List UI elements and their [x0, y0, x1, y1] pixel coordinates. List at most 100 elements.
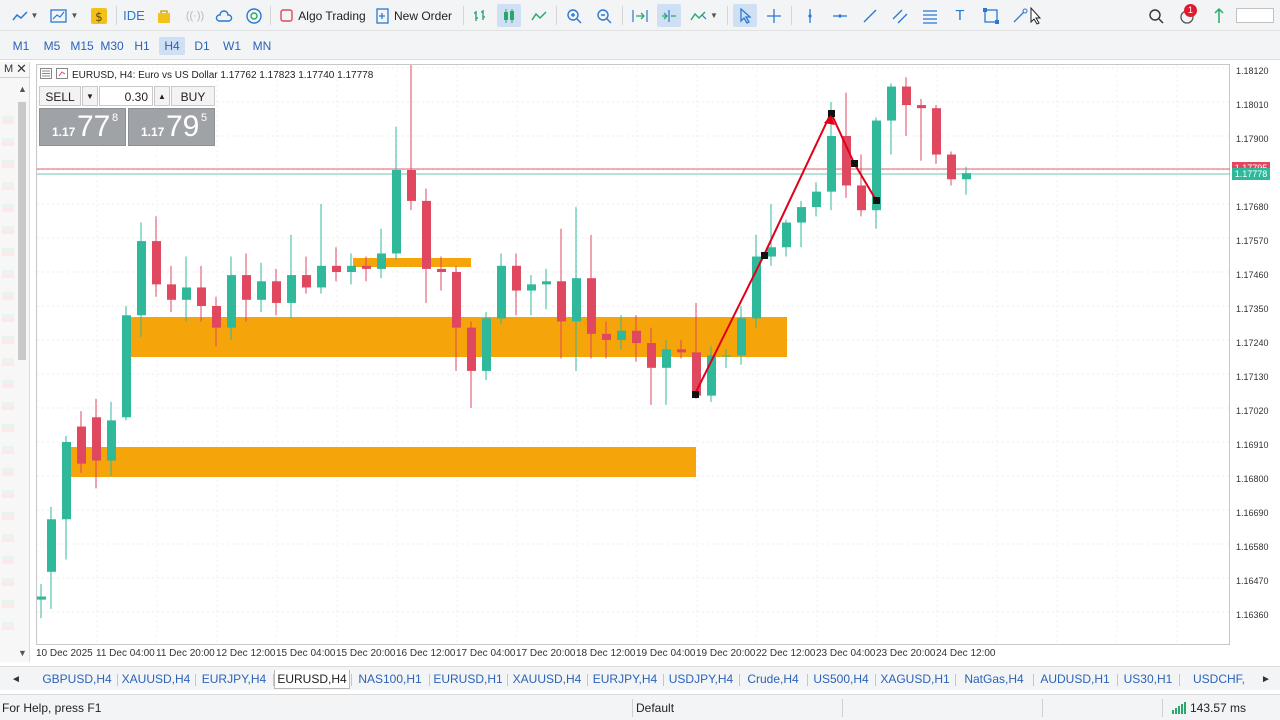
time-label: 15 Dec 20:00: [336, 648, 396, 659]
bullish-candle: [107, 420, 116, 461]
algo-trading-button[interactable]: Algo Trading: [278, 4, 368, 27]
time-label: 23 Dec 04:00: [816, 648, 876, 659]
help-text: For Help, press F1: [2, 701, 102, 715]
chart-tab[interactable]: USDCHF,: [1180, 670, 1258, 689]
trendline-button[interactable]: [859, 4, 881, 27]
bullish-candle: [797, 207, 806, 223]
tabs-scroll-right[interactable]: ►: [1256, 670, 1276, 689]
sell-button[interactable]: SELL: [39, 86, 81, 106]
chart-tab[interactable]: AUDUSD,H1: [1034, 670, 1116, 689]
chart-area[interactable]: [36, 64, 1231, 646]
chart-tab[interactable]: XAGUSD,H1: [876, 670, 954, 689]
account-box[interactable]: [1235, 4, 1275, 27]
bag-icon: [156, 8, 172, 24]
cloud-button[interactable]: [213, 4, 235, 27]
buy-button[interactable]: BUY: [171, 86, 215, 106]
vertical-line-button[interactable]: [799, 4, 821, 27]
bearish-candle: [212, 306, 221, 328]
navigator-scrollbar-thumb[interactable]: [18, 102, 26, 360]
timeframe-h4[interactable]: H4: [159, 37, 185, 55]
sell-price-prefix: 1.17: [52, 125, 76, 139]
volume-increase-button[interactable]: ▲: [154, 86, 170, 106]
sell-price[interactable]: 1.17 77 8: [39, 108, 126, 146]
timeframe-m15[interactable]: M15: [68, 37, 96, 55]
bullish-candle: [767, 247, 776, 257]
crosshair-icon: [766, 8, 782, 24]
zoom-out-button[interactable]: [592, 4, 616, 27]
chart-tab[interactable]: XAUUSD,H4: [508, 670, 586, 689]
chart-tab[interactable]: EURUSD,H4: [274, 670, 350, 689]
timeframe-m1[interactable]: M1: [8, 37, 34, 55]
navigator-strip: M ✕ ▲ ▼: [0, 61, 30, 662]
horizontal-line-button[interactable]: [829, 4, 851, 27]
fibonacci-button[interactable]: [919, 4, 941, 27]
chart-tab[interactable]: NatGas,H4: [956, 670, 1032, 689]
timeframe-w1[interactable]: W1: [219, 37, 245, 55]
timeframe-m5[interactable]: M5: [39, 37, 65, 55]
time-label: 24 Dec 12:00: [936, 648, 996, 659]
scroll-up-arrow[interactable]: ▲: [18, 84, 27, 94]
timeframe-h1[interactable]: H1: [129, 37, 155, 55]
timeframe-m30[interactable]: M30: [98, 37, 126, 55]
text-button[interactable]: T: [949, 4, 971, 27]
templates-dropdown[interactable]: ▼: [46, 4, 82, 27]
new-order-button[interactable]: New Order: [374, 4, 454, 27]
volume-decrease-button[interactable]: ▼: [82, 86, 98, 106]
timeframe-mn[interactable]: MN: [249, 37, 275, 55]
chart-tab[interactable]: EURJPY,H4: [588, 670, 662, 689]
timeframe-d1[interactable]: D1: [189, 37, 215, 55]
tabs-scroll-left[interactable]: ◄: [4, 670, 28, 689]
chart-tab[interactable]: EURUSD,H1: [430, 670, 506, 689]
ide-button[interactable]: IDE: [121, 4, 147, 27]
vps-button[interactable]: [243, 4, 265, 27]
market-button[interactable]: $: [88, 4, 110, 27]
price-chart[interactable]: [37, 65, 1231, 646]
line-chart-button[interactable]: [528, 4, 550, 27]
bullish-candle: [827, 136, 836, 192]
chart-tab[interactable]: USDJPY,H4: [664, 670, 738, 689]
chart-type-dropdown[interactable]: ▼: [8, 4, 42, 27]
zoom-in-button[interactable]: [562, 4, 586, 27]
time-label: 23 Dec 20:00: [876, 648, 936, 659]
chart-tab[interactable]: US500,H4: [808, 670, 874, 689]
bearish-candle: [467, 327, 476, 371]
chart-tab[interactable]: EURJPY,H4: [196, 670, 272, 689]
cursor-button[interactable]: [733, 4, 757, 27]
price-scale[interactable]: 1.18120 1.18010 1.17900 1.17680 1.17570 1.174…: [1230, 64, 1280, 645]
tile-windows-button[interactable]: [628, 4, 652, 27]
bar-chart-button[interactable]: [469, 4, 491, 27]
new-order-icon: [376, 7, 390, 24]
auto-scroll-button[interactable]: [657, 4, 681, 27]
chart-tab[interactable]: GBPUSD,H4: [38, 670, 116, 689]
chart-tab[interactable]: US30,H1: [1118, 670, 1178, 689]
chart-tab[interactable]: Crude,H4: [740, 670, 806, 689]
strategy-tester-button[interactable]: [153, 4, 175, 27]
one-click-trading-panel: SELL ▼ 0.30 ▲ BUY 1.17 77 8 1.17 79 5: [39, 86, 215, 146]
notifications-button[interactable]: 1: [1174, 4, 1200, 27]
buy-price[interactable]: 1.17 79 5: [128, 108, 215, 146]
signal-button[interactable]: ((·)): [183, 4, 207, 27]
time-label: 16 Dec 12:00: [396, 648, 456, 659]
navigator-tab[interactable]: M ✕: [0, 61, 30, 78]
indicator-icon: [690, 9, 708, 23]
indicators-dropdown[interactable]: ▼: [687, 4, 721, 27]
crosshair-button[interactable]: [763, 4, 785, 27]
chart-tab[interactable]: NAS100,H1: [352, 670, 428, 689]
bullish-candle: [782, 222, 791, 248]
mouse-cursor-icon: [1029, 6, 1043, 25]
shapes-button[interactable]: [979, 4, 1003, 27]
candlestick-button[interactable]: [497, 4, 521, 27]
search-button[interactable]: [1145, 4, 1167, 27]
price-label: 1.17350: [1236, 304, 1269, 314]
time-label: 17 Dec 20:00: [516, 648, 576, 659]
scroll-down-arrow[interactable]: ▼: [18, 648, 27, 658]
channel-button[interactable]: [889, 4, 911, 27]
menu-icon[interactable]: [40, 68, 52, 82]
profile-name[interactable]: Default: [636, 701, 674, 715]
signals-button[interactable]: [1208, 4, 1230, 27]
bearish-candle: [512, 265, 521, 291]
time-scale[interactable]: 10 Dec 2025 11 Dec 04:00 11 Dec 20:00 12 De…: [36, 645, 1230, 665]
volume-input[interactable]: 0.30: [99, 86, 153, 106]
chart-tab[interactable]: XAUUSD,H4: [118, 670, 194, 689]
close-icon[interactable]: ✕: [16, 61, 27, 77]
